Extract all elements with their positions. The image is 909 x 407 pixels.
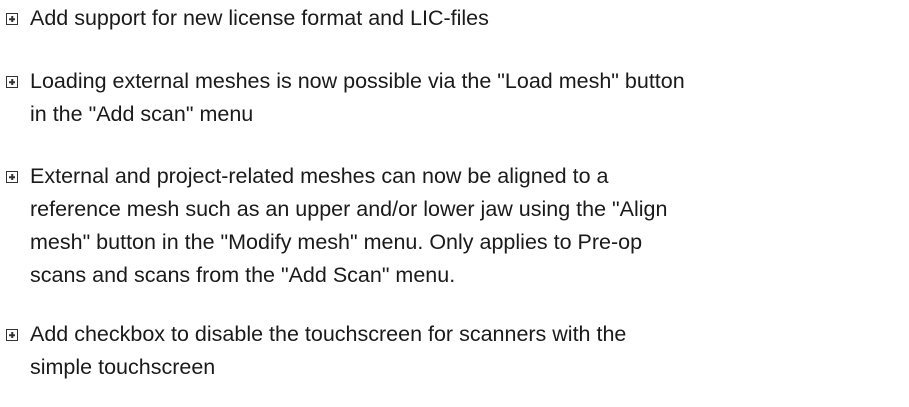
changelog-line: in the "Add scan" menu [30, 102, 254, 126]
changelog-item-text: Add support for new license format and L… [30, 2, 489, 35]
changelog-item-text: Loading external meshes is now possible … [30, 65, 685, 131]
expand-icon[interactable] [6, 171, 18, 183]
changelog-line: scans and scans from the "Add Scan" menu… [30, 263, 456, 287]
changelog-line: Add checkbox to disable the touchscreen … [30, 322, 627, 346]
changelog-line: mesh" button in the "Modify mesh" menu. … [30, 230, 643, 254]
changelog-line: Loading external meshes is now possible … [30, 69, 685, 93]
changelog-line: reference mesh such as an upper and/or l… [30, 197, 668, 221]
expand-icon[interactable] [6, 13, 18, 25]
changelog-item-text: Add checkbox to disable the touchscreen … [30, 318, 626, 384]
expand-icon[interactable] [6, 76, 18, 88]
changelog-line: Add support for new license format and L… [30, 6, 489, 30]
changelog-line: simple touchscreen [30, 355, 216, 379]
expand-icon[interactable] [6, 329, 18, 341]
changelog-line: External and project-related meshes can … [30, 164, 609, 188]
changelog-item-text: External and project-related meshes can … [30, 160, 667, 292]
